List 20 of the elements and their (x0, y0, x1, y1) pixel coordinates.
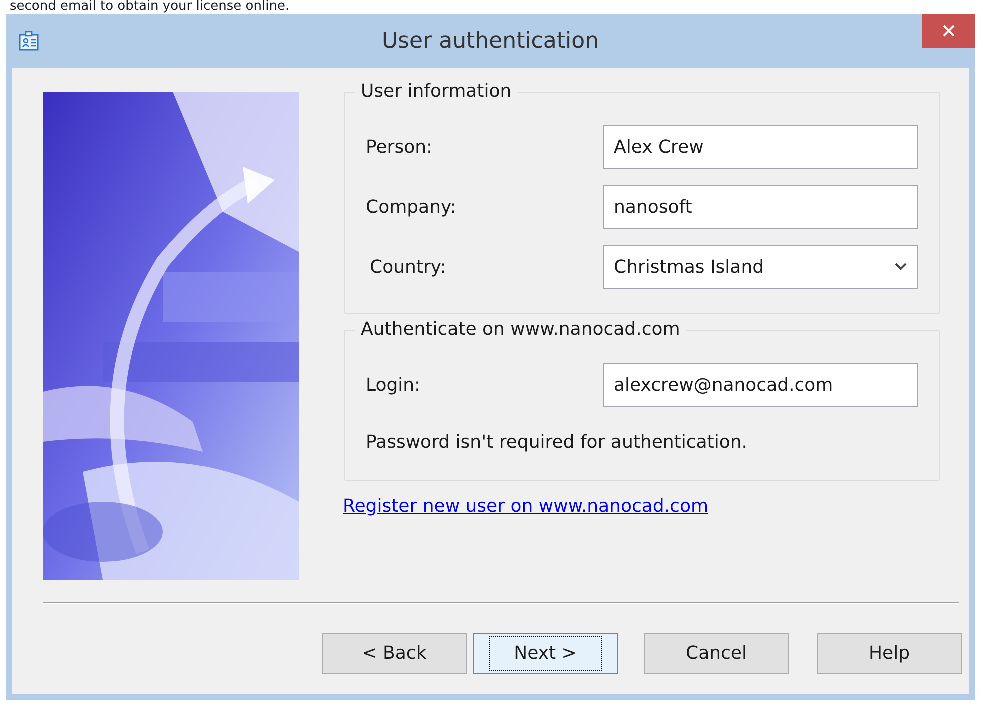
close-button[interactable] (922, 14, 975, 48)
dialog-button[interactable]: Help (817, 633, 962, 674)
id-card-icon (18, 30, 40, 52)
dialog-button[interactable]: < Back (322, 633, 467, 674)
input-field[interactable]: alexcrew@nanocad.com (603, 363, 918, 407)
field-label: Company: (366, 196, 456, 220)
register-link[interactable]: Register new user on www.nanocad.com (343, 493, 708, 520)
country-dropdown[interactable]: Christmas Island (603, 245, 918, 289)
window-title: User authentication (380, 28, 600, 56)
field-label: Login: (366, 374, 421, 398)
field-label: Country: (370, 256, 446, 280)
input-field[interactable]: Alex Crew (603, 125, 918, 169)
dialog-button[interactable]: Next > (473, 633, 618, 674)
chevron-down-icon (895, 263, 907, 271)
close-icon (942, 25, 954, 37)
input-field[interactable]: nanosoft (603, 185, 918, 229)
note-text: Password isn't required for authentication. (366, 431, 748, 455)
field-label: Person: (366, 136, 433, 160)
background-text: second email to obtain your license online. (10, 0, 290, 14)
dialog-button[interactable]: Cancel (644, 633, 789, 674)
